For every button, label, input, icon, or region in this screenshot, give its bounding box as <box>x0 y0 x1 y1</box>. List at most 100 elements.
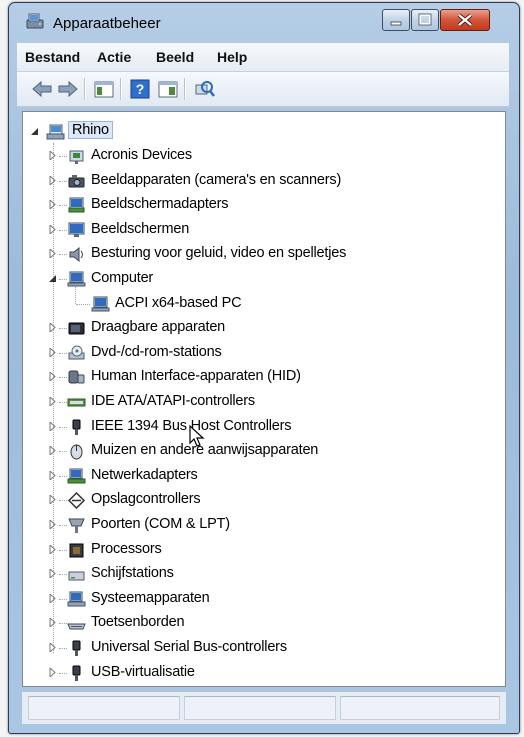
tree-item-label[interactable]: Acronis Devices <box>91 147 192 163</box>
tree-connector <box>59 525 67 527</box>
tree-item[interactable]: Acronis Devices <box>23 144 505 168</box>
tree-connector <box>59 623 67 625</box>
scan-hardware-icon[interactable] <box>193 79 215 99</box>
expand-icon[interactable] <box>49 495 57 505</box>
tree-item-label[interactable]: USB-virtualisatie <box>91 664 195 680</box>
tree-item[interactable]: Toetsenborden <box>23 611 505 635</box>
tree-item-label[interactable]: Beeldschermadapters <box>91 196 228 212</box>
tree-item[interactable]: Muizen en andere aanwijsapparaten <box>23 439 505 463</box>
tree-item-label[interactable]: Processors <box>91 541 162 557</box>
expand-icon[interactable] <box>49 667 57 677</box>
menu-bestand[interactable]: Bestand <box>25 49 80 65</box>
device-tree[interactable]: Rhino Acronis Devices Beeldapparaten (cam… <box>22 111 506 687</box>
close-icon <box>457 13 473 27</box>
tree-item[interactable]: Beeldschermen <box>23 218 505 242</box>
expand-icon[interactable] <box>49 323 57 333</box>
title-bar[interactable]: Apparaatbeheer <box>9 3 519 41</box>
tree-connector <box>59 500 67 502</box>
close-button[interactable] <box>440 9 490 31</box>
expand-icon[interactable] <box>49 421 57 431</box>
tree-item-label[interactable]: Computer <box>91 270 153 286</box>
tree-connector <box>59 598 67 601</box>
expand-icon[interactable] <box>49 175 57 185</box>
tree-item[interactable]: Beeldschermadapters <box>23 193 505 217</box>
expand-icon[interactable] <box>49 643 57 652</box>
tree-item[interactable]: Processors <box>23 538 505 562</box>
expand-icon[interactable] <box>49 347 57 357</box>
tree-item[interactable]: Netwerkadapters <box>23 464 505 488</box>
expand-icon[interactable] <box>49 470 57 480</box>
collapse-icon[interactable] <box>49 274 57 283</box>
tree-connector <box>59 156 67 158</box>
expand-icon[interactable] <box>49 593 57 603</box>
tree-item-label[interactable]: Draagbare apparaten <box>91 319 225 335</box>
tree-item-label[interactable]: Dvd-/cd-rom-stations <box>91 344 222 360</box>
expand-icon[interactable] <box>49 544 57 554</box>
tree-item-label[interactable]: Netwerkadapters <box>91 467 198 483</box>
help-icon[interactable]: ? <box>129 79 151 99</box>
tree-item-label[interactable]: Poorten (COM & LPT) <box>91 516 230 532</box>
tree-connector <box>59 475 67 478</box>
tree-item[interactable]: Computer <box>23 267 505 291</box>
menu-help[interactable]: Help <box>217 49 247 65</box>
tree-item[interactable]: Beeldapparaten (camera's en scanners) <box>23 169 505 193</box>
expand-icon[interactable] <box>49 249 57 259</box>
back-arrow-icon[interactable] <box>31 79 53 99</box>
expand-icon[interactable] <box>49 397 57 406</box>
tree-item[interactable]: Universal Serial Bus-controllers <box>23 636 505 660</box>
tree-item-label[interactable]: Besturing voor geluid, video en spelletj… <box>91 245 346 261</box>
tree-item[interactable]: IEEE 1394 Bus Host Controllers <box>23 415 505 439</box>
expand-icon[interactable] <box>49 372 57 382</box>
tree-item-label[interactable]: IDE ATA/ATAPI-controllers <box>91 393 255 409</box>
expand-icon[interactable] <box>49 569 57 579</box>
tree-item[interactable]: Draagbare apparaten <box>23 316 505 340</box>
maximize-button[interactable] <box>411 9 439 31</box>
toolbar: ? <box>17 72 509 107</box>
expand-icon[interactable] <box>49 520 57 529</box>
tree-item[interactable]: Human Interface-apparaten (HID) <box>23 365 505 389</box>
tree-item[interactable]: Opslagcontrollers <box>23 488 505 512</box>
dvd-drive-icon <box>68 345 85 360</box>
tree-root-label[interactable]: Rhino <box>68 121 113 139</box>
tree-item-label[interactable]: Universal Serial Bus-controllers <box>91 639 287 655</box>
hid-icon <box>68 370 85 384</box>
tree-item-label[interactable]: Opslagcontrollers <box>91 491 201 507</box>
tree-item-label[interactable]: Beeldapparaten (camera's en scanners) <box>91 172 341 188</box>
expand-icon[interactable] <box>49 618 57 628</box>
tree-item-label[interactable]: Schijfstations <box>91 565 174 581</box>
tree-item-label[interactable]: Toetsenborden <box>91 614 185 630</box>
status-segment <box>340 696 500 720</box>
expand-icon[interactable] <box>49 200 57 210</box>
svg-text:?: ? <box>136 81 145 97</box>
expand-icon[interactable] <box>49 224 57 234</box>
tree-connector <box>59 229 67 232</box>
tree-item-label[interactable]: Systeemapparaten <box>91 590 210 606</box>
portable-device-icon <box>68 322 85 335</box>
tree-item[interactable]: Schijfstations <box>23 562 505 586</box>
tree-item-label[interactable]: Beeldschermen <box>91 221 189 237</box>
status-segment <box>28 696 180 720</box>
tree-item[interactable]: Poorten (COM & LPT) <box>23 513 505 537</box>
expand-icon[interactable] <box>49 446 57 456</box>
properties-icon[interactable] <box>157 79 179 99</box>
port-icon <box>68 518 85 533</box>
tree-item[interactable]: USB-virtualisatie <box>23 661 505 685</box>
menu-beeld[interactable]: Beeld <box>156 49 194 65</box>
tree-child-item[interactable]: ACPI x64-based PC <box>23 285 505 316</box>
tree-item-label[interactable]: Human Interface-apparaten (HID) <box>91 368 301 384</box>
forward-arrow-icon[interactable] <box>57 79 79 99</box>
collapse-icon[interactable] <box>31 127 39 136</box>
menu-actie[interactable]: Actie <box>97 49 131 65</box>
tree-item[interactable]: Besturing voor geluid, video en spelletj… <box>23 242 505 266</box>
expand-icon[interactable] <box>49 151 57 160</box>
tree-item[interactable]: Systeemapparaten <box>23 587 505 611</box>
tree-connector <box>59 377 67 379</box>
tree-connector <box>59 180 67 183</box>
tree-item[interactable]: IDE ATA/ATAPI-controllers <box>23 390 505 414</box>
tree-item[interactable]: Dvd-/cd-rom-stations <box>23 341 505 365</box>
minimize-button[interactable] <box>382 9 410 31</box>
show-hide-tree-icon[interactable] <box>93 79 115 99</box>
tree-connector <box>59 352 67 355</box>
tree-root[interactable]: Rhino <box>23 120 505 144</box>
tree-item-label[interactable]: ACPI x64-based PC <box>115 295 242 311</box>
